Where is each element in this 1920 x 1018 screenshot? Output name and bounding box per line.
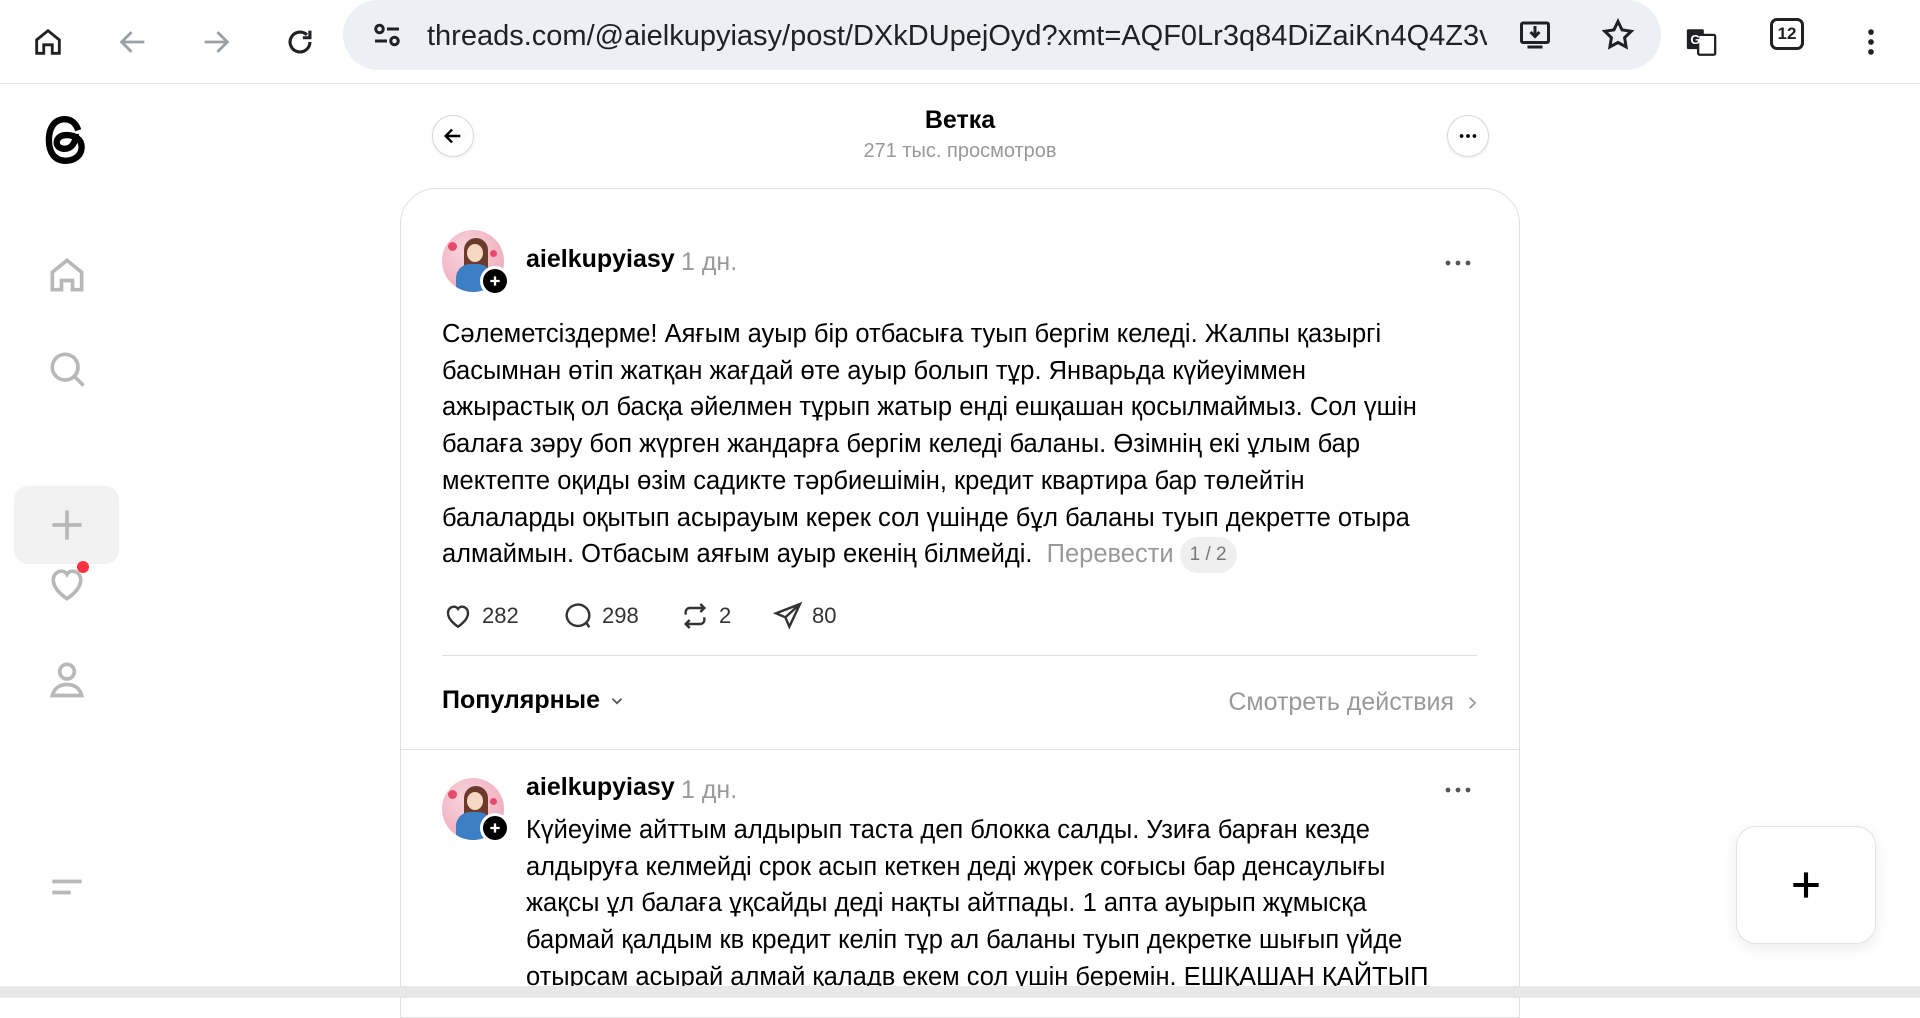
- arrow-left-icon: [443, 128, 461, 144]
- reply-line: Күйеуіме айттым алдырып таста деп блокка…: [526, 816, 1370, 844]
- sort-dropdown[interactable]: Популярные: [442, 686, 626, 715]
- forward-icon[interactable]: [188, 14, 244, 70]
- repost-icon: [683, 603, 707, 629]
- post-line: мектепте оқиды өзім садикте тәрбиешімін,…: [442, 466, 1305, 495]
- plus-icon: [490, 823, 500, 833]
- bookmark-star-icon[interactable]: [1593, 10, 1643, 60]
- send-icon: [772, 601, 803, 630]
- reply-more-button[interactable]: [1438, 775, 1478, 805]
- notification-dot: [77, 561, 89, 573]
- post-body: Сәлеметсіздерме! Аяғым ауыр бір отбасыға…: [442, 316, 1502, 574]
- reply-line: жақсы ұл балаға ұқсайды деді нақты айтпа…: [526, 889, 1367, 918]
- download-icon[interactable]: [1510, 10, 1560, 60]
- nav-profile[interactable]: [14, 640, 119, 718]
- chevron-down-icon: [611, 697, 623, 705]
- post-username[interactable]: aielkupyiasy: [526, 245, 675, 274]
- reload-icon[interactable]: [272, 14, 328, 70]
- reply-body: Күйеуіме айттым алдырып таста деп блокка…: [526, 812, 1496, 986]
- browser-toolbar: threads.com/@aielkupyiasy/post/DXkDUpejO…: [0, 0, 1920, 84]
- share-button[interactable]: 80: [772, 598, 836, 634]
- comment-button[interactable]: 298: [562, 598, 639, 634]
- repost-button[interactable]: 2: [679, 598, 731, 634]
- page-indicator: 1 / 2: [1179, 537, 1237, 574]
- divider: [442, 655, 1477, 656]
- search-icon: [49, 352, 85, 387]
- sort-label: Популярные: [442, 686, 601, 714]
- post-line: алмаймын. Отбасым аяғым ауыр екенің білм…: [442, 540, 1033, 569]
- tab-switcher-button[interactable]: 12: [1770, 18, 1804, 50]
- view-count: 271 тыс. просмотров: [863, 140, 1057, 162]
- reply-line: бармай қалдым кв кредит келіп тұр ал бал…: [526, 926, 1403, 955]
- post-line: Сәлеметсіздерме! Аяғым ауыр бір отбасыға…: [442, 320, 1382, 348]
- plus-icon: [51, 510, 82, 540]
- post-line: балаға зәру боп жүрген жандарға бергім к…: [442, 430, 1361, 459]
- reply-line: отырсам асырай алмай қаладв екем сол үші…: [526, 962, 1429, 986]
- back-icon[interactable]: [105, 14, 161, 70]
- share-count: 80: [812, 603, 837, 628]
- url-text[interactable]: threads.com/@aielkupyiasy/post/DXkDUpejO…: [427, 18, 1487, 54]
- like-count: 282: [482, 603, 519, 628]
- heart-icon: [446, 605, 470, 629]
- post-line: балаларды оқытып асырауым керек сол үшін…: [442, 503, 1410, 532]
- divider: [401, 749, 1519, 750]
- nav-menu[interactable]: [14, 848, 119, 926]
- view-activity-label: Смотреть действия: [1228, 688, 1454, 716]
- menu-icon: [51, 879, 82, 895]
- address-bar[interactable]: threads.com/@aielkupyiasy/post/DXkDUpejO…: [343, 0, 1661, 70]
- nav-home[interactable]: [14, 236, 119, 314]
- home-icon: [50, 257, 83, 292]
- more-icon: [1445, 787, 1471, 793]
- post-more-button[interactable]: [1438, 248, 1478, 278]
- post-line: басымнан өтіп жатқан жағдай өте ауыр бол…: [442, 356, 1306, 385]
- kebab-menu-icon[interactable]: [1843, 14, 1899, 70]
- like-button[interactable]: 282: [442, 598, 519, 634]
- plus-icon: [490, 276, 500, 286]
- post-line-last: алмаймын. Отбасым аяғым ауыр екенің білм…: [442, 536, 1502, 574]
- repost-count: 2: [719, 603, 732, 628]
- page-title: Ветка: [924, 106, 996, 134]
- new-thread-button[interactable]: [1736, 826, 1876, 944]
- comment-count: 298: [602, 603, 639, 628]
- chevron-right-icon: [1469, 696, 1477, 709]
- more-icon: [1445, 260, 1471, 266]
- reply-time: 1 дн.: [681, 776, 738, 804]
- back-button[interactable]: [432, 115, 474, 157]
- nav-search[interactable]: [14, 330, 119, 408]
- translate-icon[interactable]: G: [1673, 14, 1729, 70]
- post-line: ажырастық ол басқа әйелмен тұрып жатыр е…: [442, 393, 1417, 422]
- comment-icon: [565, 603, 591, 628]
- reply-line: алдыруға келмейді срок асып кеткен деді …: [526, 852, 1386, 881]
- threads-logo-icon[interactable]: [36, 107, 96, 173]
- thread-options-button[interactable]: [1447, 115, 1489, 157]
- post-time: 1 дн.: [681, 248, 738, 276]
- profile-icon: [49, 662, 84, 698]
- view-activity-link[interactable]: Смотреть действия: [1180, 688, 1480, 717]
- scrollbar-track: [0, 986, 1920, 998]
- follow-plus-button[interactable]: [480, 266, 510, 296]
- nav-activity[interactable]: [14, 545, 119, 623]
- plus-icon: [1793, 872, 1819, 898]
- translate-link[interactable]: Перевести: [1047, 540, 1174, 568]
- left-navigation: [0, 85, 134, 985]
- site-settings-icon[interactable]: [369, 17, 405, 53]
- follow-plus-button[interactable]: [480, 813, 510, 843]
- home-icon[interactable]: [20, 14, 76, 70]
- more-icon: [1459, 134, 1477, 138]
- svg-text:G: G: [1690, 32, 1700, 47]
- reply-username[interactable]: aielkupyiasy: [526, 773, 675, 802]
